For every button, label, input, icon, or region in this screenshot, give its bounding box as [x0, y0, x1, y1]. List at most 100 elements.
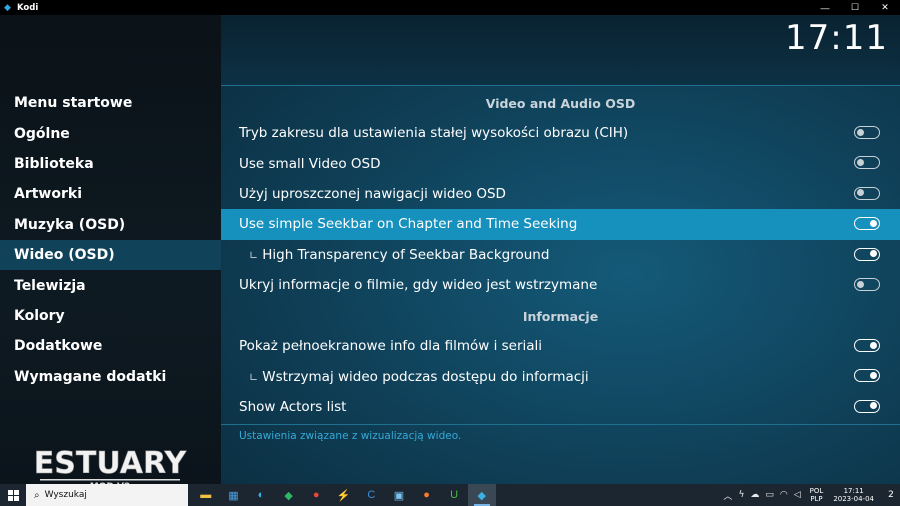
footer-divider — [221, 424, 900, 425]
notification-count: 2 — [888, 490, 894, 500]
chevron-up-icon[interactable]: ︿ — [723, 489, 732, 502]
utorrent-icon[interactable]: U — [440, 484, 468, 506]
sidebar-item[interactable]: Kolory — [0, 301, 221, 331]
setting-row[interactable]: Show Actors list — [221, 392, 900, 422]
settings-panel: 17:11 Video and Audio OSD Tryb zakresu d… — [221, 15, 900, 484]
bolt-tray-icon[interactable]: ϟ — [738, 490, 744, 500]
firefox-icon[interactable]: ● — [413, 484, 441, 506]
toggle-knob — [870, 250, 877, 258]
taskbar-search[interactable]: ⌕ Wyszukaj — [26, 484, 188, 506]
setting-row[interactable]: Użyj uproszczonej nawigacji wideo OSD — [221, 179, 900, 209]
sidebar-item[interactable]: Artworki — [0, 179, 221, 209]
sidebar-item[interactable]: Telewizja — [0, 270, 221, 300]
bolt-app-icon[interactable]: ⚡ — [330, 484, 358, 506]
toggle-switch[interactable] — [854, 247, 880, 261]
toggle-knob — [870, 219, 877, 227]
language-indicator[interactable]: POL PLP — [810, 487, 824, 503]
toggle-switch[interactable] — [854, 186, 880, 200]
toggle-knob — [870, 402, 877, 410]
toggle-switch[interactable] — [854, 369, 880, 383]
kodi-icon[interactable]: ◆ — [467, 484, 496, 506]
setting-row[interactable]: ∟ Wstrzymaj wideo podczas dostępu do info… — [221, 361, 900, 391]
setting-text: Show Actors list — [239, 398, 347, 415]
setting-description: Ustawienia związane z wizualizacją wideo… — [239, 430, 462, 442]
header-band: 17:11 — [221, 15, 900, 85]
sidebar: Menu startowe Ogólne Biblioteka Artworki Muz… — [0, 15, 221, 491]
sidebar-item[interactable]: Muzyka (OSD) — [0, 210, 221, 240]
title-bar: ◆ Kodi — ☐ ✕ — [0, 0, 900, 15]
toggle-knob — [857, 158, 864, 166]
ccleaner-icon[interactable]: C — [358, 484, 386, 506]
sidebar-item[interactable]: Biblioteka — [0, 149, 221, 179]
setting-text: Wstrzymaj wideo podczas dostępu do infor… — [262, 368, 589, 385]
clock: 17:11 — [785, 18, 888, 58]
store-icon[interactable]: ▦ — [220, 484, 248, 506]
volume-icon[interactable]: ◁ — [794, 490, 801, 500]
windows-logo-icon — [7, 489, 19, 501]
toggle-knob — [870, 371, 877, 379]
toggle-switch[interactable] — [854, 339, 880, 352]
sidebar-menu: Menu startowe Ogólne Biblioteka Artworki Muz… — [0, 88, 221, 392]
toggle-switch[interactable] — [854, 217, 880, 231]
setting-label: Use small Video OSD — [221, 156, 380, 172]
window-title: Kodi — [17, 2, 39, 13]
taskbar: ⌕ Wyszukaj ▬ ▦ ◐ ◆ ● ⚡ C ▣ ● U ◆ ︿ ϟ ☁ ▭ ◠ ◁ POL P… — [0, 484, 900, 506]
sub-setting-marker: ∟ — [249, 248, 259, 262]
setting-row[interactable]: Use simple Seekbar on Chapter and Time S… — [221, 209, 900, 240]
setting-text: High Transparency of Seekbar Background — [262, 246, 550, 263]
toggle-switch[interactable] — [854, 399, 880, 413]
edge-icon[interactable]: ◐ — [247, 484, 275, 506]
setting-text: Use small Video OSD — [239, 155, 381, 172]
toggle-knob — [857, 189, 864, 197]
wifi-icon[interactable]: ◠ — [780, 490, 788, 500]
setting-label: Tryb zakresu dla ustawienia stałej wysok… — [221, 125, 628, 141]
setting-text: Użyj uproszczonej nawigacji wideo OSD — [239, 185, 506, 202]
notification-button[interactable]: 2 — [882, 484, 900, 506]
setting-label: Ukryj informacje o filmie, gdy wideo jes… — [221, 277, 597, 293]
start-button[interactable] — [0, 484, 26, 506]
language-code: POL — [809, 487, 824, 495]
setting-row[interactable]: Tryb zakresu dla ustawienia stałej wysok… — [221, 118, 900, 148]
setting-label: Użyj uproszczonej nawigacji wideo OSD — [221, 186, 506, 202]
setting-row[interactable]: Use small Video OSD — [221, 148, 900, 178]
setting-label: Show Actors list — [221, 399, 346, 415]
section-heading-video-osd: Video and Audio OSD — [485, 96, 636, 111]
toggle-switch[interactable] — [854, 156, 880, 170]
sidebar-item[interactable]: Wymagane dodatki — [0, 362, 221, 392]
sidebar-item[interactable]: Dodatkowe — [0, 331, 221, 361]
setting-row[interactable]: Ukryj informacje o filmie, gdy wideo jes… — [221, 270, 900, 300]
setting-row[interactable]: ∟ High Transparency of Seekbar Background — [221, 240, 900, 270]
sidebar-item[interactable]: Ogólne — [0, 118, 221, 148]
minimize-button[interactable]: — — [810, 0, 840, 15]
close-button[interactable]: ✕ — [870, 0, 900, 15]
taskbar-time: 17:11 — [843, 487, 864, 495]
file-explorer-icon[interactable]: ▬ — [192, 484, 220, 506]
setting-text: Use simple Seekbar on Chapter and Time S… — [239, 216, 578, 233]
cloud-icon[interactable]: ☁ — [750, 490, 759, 500]
sidebar-item[interactable]: Wideo (OSD) — [0, 239, 221, 271]
app-icon[interactable]: ▣ — [385, 484, 413, 506]
setting-row[interactable]: Pokaż pełnoekranowe info dla filmów i se… — [221, 331, 900, 361]
taskbar-date: 2023-04-04 — [833, 495, 874, 503]
setting-label: ∟ High Transparency of Seekbar Background — [221, 247, 549, 263]
header-divider — [221, 85, 900, 86]
system-tray: ︿ ϟ ☁ ▭ ◠ ◁ POL PLP 17:11 2023-04-04 2 — [720, 484, 900, 506]
sidebar-item[interactable]: Menu startowe — [0, 88, 221, 118]
setting-text: Ukryj informacje o filmie, gdy wideo jes… — [239, 277, 598, 294]
toggle-switch[interactable] — [854, 126, 880, 139]
toggle-knob — [857, 280, 864, 288]
setting-label: Pokaż pełnoekranowe info dla filmów i se… — [221, 338, 542, 354]
sub-setting-marker: ∟ — [249, 370, 259, 384]
setting-label: ∟ Wstrzymaj wideo podczas dostępu do info… — [221, 369, 589, 385]
svg-text:ESTUARY: ESTUARY — [34, 446, 188, 481]
chrome-icon[interactable]: ● — [302, 484, 330, 506]
setting-label: Use simple Seekbar on Chapter and Time S… — [221, 216, 577, 232]
taskbar-clock[interactable]: 17:11 2023-04-04 — [833, 487, 874, 503]
toggle-switch[interactable] — [854, 278, 880, 291]
setting-text: Pokaż pełnoekranowe info dla filmów i se… — [239, 338, 543, 355]
maximize-button[interactable]: ☐ — [840, 0, 870, 15]
toggle-knob — [870, 341, 877, 349]
battery-icon[interactable]: ▭ — [765, 490, 774, 500]
keyboard-layout: PLP — [810, 495, 823, 503]
shield-app-icon[interactable]: ◆ — [275, 484, 303, 506]
